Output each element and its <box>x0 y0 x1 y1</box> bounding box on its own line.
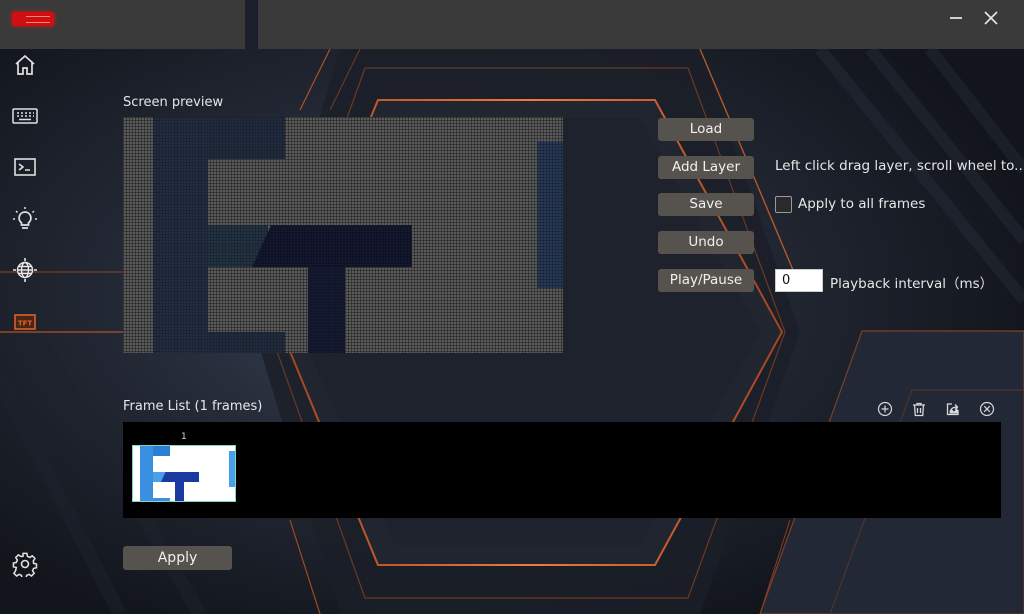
close-button[interactable] <box>976 6 1006 30</box>
lightbulb-icon <box>13 207 37 229</box>
load-button[interactable]: Load <box>658 118 754 141</box>
title-bar <box>258 0 1024 49</box>
screen-preview-canvas[interactable] <box>123 117 563 353</box>
add-layer-button[interactable]: Add Layer <box>658 156 754 179</box>
apply-all-frames-label: Apply to all frames <box>798 196 926 212</box>
delete-frame-button[interactable] <box>909 399 929 419</box>
clear-frames-button[interactable] <box>977 399 997 419</box>
sidebar-item-keyboard[interactable] <box>11 102 39 130</box>
frame-thumbnail[interactable] <box>132 445 236 502</box>
save-button[interactable]: Save <box>658 193 754 216</box>
sidebar-item-tft[interactable]: TFT <box>11 308 39 336</box>
keyboard-icon <box>12 108 38 124</box>
tft-icon: TFT <box>14 314 36 330</box>
globe-icon <box>13 258 37 282</box>
screen-preview-title: Screen preview <box>123 95 224 110</box>
title-bar-divider <box>245 0 258 49</box>
playback-interval-input[interactable] <box>775 269 823 292</box>
sidebar-item-terminal[interactable] <box>11 153 39 181</box>
playback-interval-label: Playback interval（ms） <box>830 276 994 292</box>
export-icon <box>946 403 959 416</box>
apply-button[interactable]: Apply <box>123 546 232 570</box>
minimize-button[interactable] <box>941 6 971 30</box>
frame-list: 1 <box>123 422 1001 518</box>
trash-icon <box>913 402 925 416</box>
gear-icon <box>12 552 38 577</box>
undo-button[interactable]: Undo <box>658 231 754 254</box>
export-frame-button[interactable] <box>943 399 963 419</box>
sidebar-item-network[interactable] <box>11 256 39 284</box>
terminal-icon <box>14 158 36 176</box>
sidebar-item-lighting[interactable] <box>11 205 39 233</box>
svg-text:TFT: TFT <box>18 320 33 328</box>
frame-number: 1 <box>181 432 187 442</box>
play-pause-button[interactable]: Play/Pause <box>658 269 754 292</box>
apply-all-frames-checkbox[interactable] <box>775 196 792 213</box>
sidebar-item-home[interactable] <box>11 51 39 79</box>
add-circle-icon <box>877 401 893 417</box>
add-frame-button[interactable] <box>875 399 895 419</box>
close-circle-icon <box>979 401 995 417</box>
frame-list-title: Frame List (1 frames) <box>123 399 263 414</box>
home-icon <box>15 54 35 75</box>
settings-button[interactable] <box>11 550 39 578</box>
close-icon <box>984 11 998 25</box>
brand-logo <box>12 12 54 26</box>
layer-hint-text: Left click drag layer, scroll wheel to..… <box>775 158 1024 174</box>
